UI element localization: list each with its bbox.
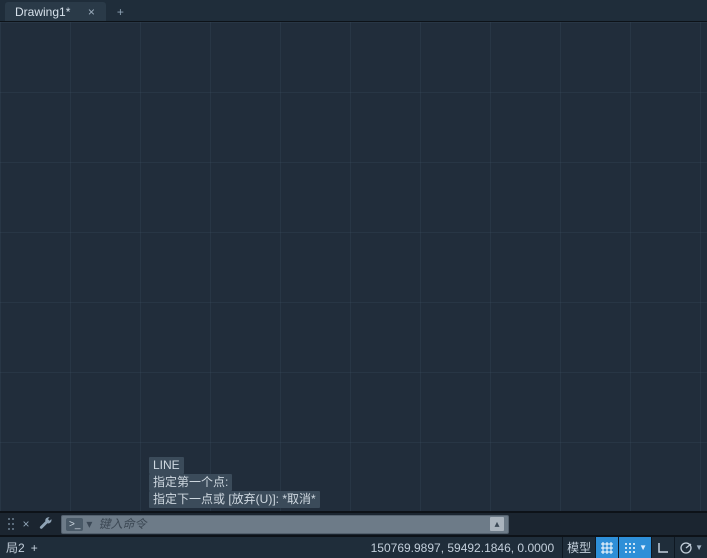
document-tabbar: Drawing1* × +	[0, 0, 707, 22]
drag-handle-icon[interactable]	[3, 517, 19, 531]
model-space-button[interactable]: 模型	[562, 537, 595, 558]
drawing-area[interactable]: LINE 指定第一个点: 指定下一点或 [放弃(U)]: *取消*	[0, 22, 707, 512]
terminal-icon: >_	[66, 518, 83, 531]
ortho-toggle[interactable]	[651, 537, 674, 558]
close-tab-icon[interactable]: ×	[84, 5, 98, 19]
document-tab-active[interactable]: Drawing1* ×	[5, 2, 106, 21]
close-commandbar-icon[interactable]: ×	[19, 517, 33, 531]
recent-commands-dropdown[interactable]: ▾	[86, 517, 92, 531]
document-tab-label: Drawing1*	[15, 5, 70, 19]
layout-tab[interactable]: 局2	[6, 539, 25, 556]
polar-tracking-toggle[interactable]: ▼	[674, 537, 707, 558]
add-layout-button[interactable]: +	[31, 541, 38, 555]
layout-tabs: 局2 +	[0, 539, 44, 556]
command-history: LINE 指定第一个点: 指定下一点或 [放弃(U)]: *取消*	[149, 457, 320, 508]
cursor-coordinates: 150769.9897, 59492.1846, 0.0000	[363, 541, 563, 555]
expand-history-icon[interactable]: ▴	[490, 517, 504, 531]
command-history-line: LINE	[149, 457, 184, 474]
snap-mode-toggle[interactable]: ▼	[618, 537, 651, 558]
new-tab-button[interactable]: +	[108, 2, 132, 21]
grid-toggle[interactable]	[595, 537, 618, 558]
status-bar: 局2 + 150769.9897, 59492.1846, 0.0000 模型 …	[0, 536, 707, 558]
command-input[interactable]	[98, 517, 490, 531]
command-input-wrapper[interactable]: >_ ▾ ▴	[61, 515, 509, 534]
status-toggles: 模型 ▼ ▼	[562, 537, 707, 558]
command-history-line: 指定第一个点:	[149, 474, 232, 491]
command-history-line: 指定下一点或 [放弃(U)]: *取消*	[149, 491, 320, 508]
command-bar: × >_ ▾ ▴	[0, 512, 707, 536]
customize-icon[interactable]	[37, 516, 55, 533]
